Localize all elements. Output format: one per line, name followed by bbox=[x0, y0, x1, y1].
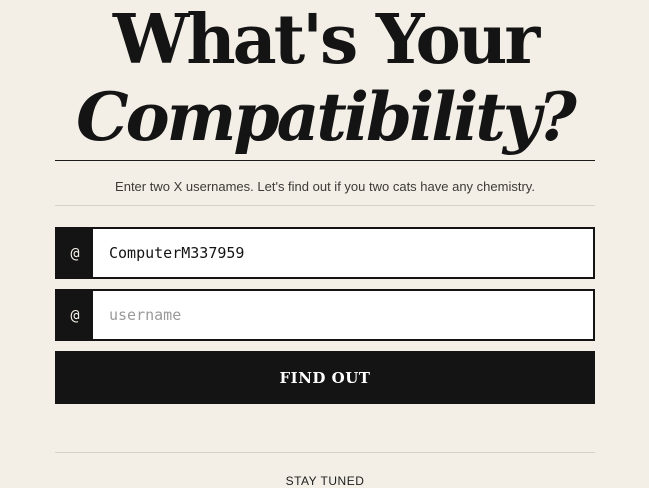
at-sign-prefix: @ bbox=[57, 229, 93, 277]
compatibility-page: What's Your Compatibility? Enter two X u… bbox=[55, 0, 595, 488]
title-divider bbox=[55, 160, 595, 161]
username-1-input[interactable] bbox=[93, 229, 593, 277]
footer-divider bbox=[55, 452, 595, 453]
at-sign-prefix: @ bbox=[57, 291, 93, 339]
stay-tuned-heading: STAY TUNED bbox=[285, 474, 365, 488]
section-divider bbox=[55, 205, 595, 206]
username-1-field: @ bbox=[55, 227, 595, 279]
username-2-field: @ bbox=[55, 289, 595, 341]
title-line-1: What's Your bbox=[112, 0, 540, 80]
instructions-text: Enter two X usernames. Let's find out if… bbox=[115, 179, 535, 194]
username-2-input[interactable] bbox=[93, 291, 593, 339]
page-title: What's Your Compatibility? bbox=[55, 6, 595, 158]
title-line-2: Compatibility? bbox=[76, 78, 577, 156]
find-out-button[interactable]: FIND OUT bbox=[55, 351, 595, 404]
